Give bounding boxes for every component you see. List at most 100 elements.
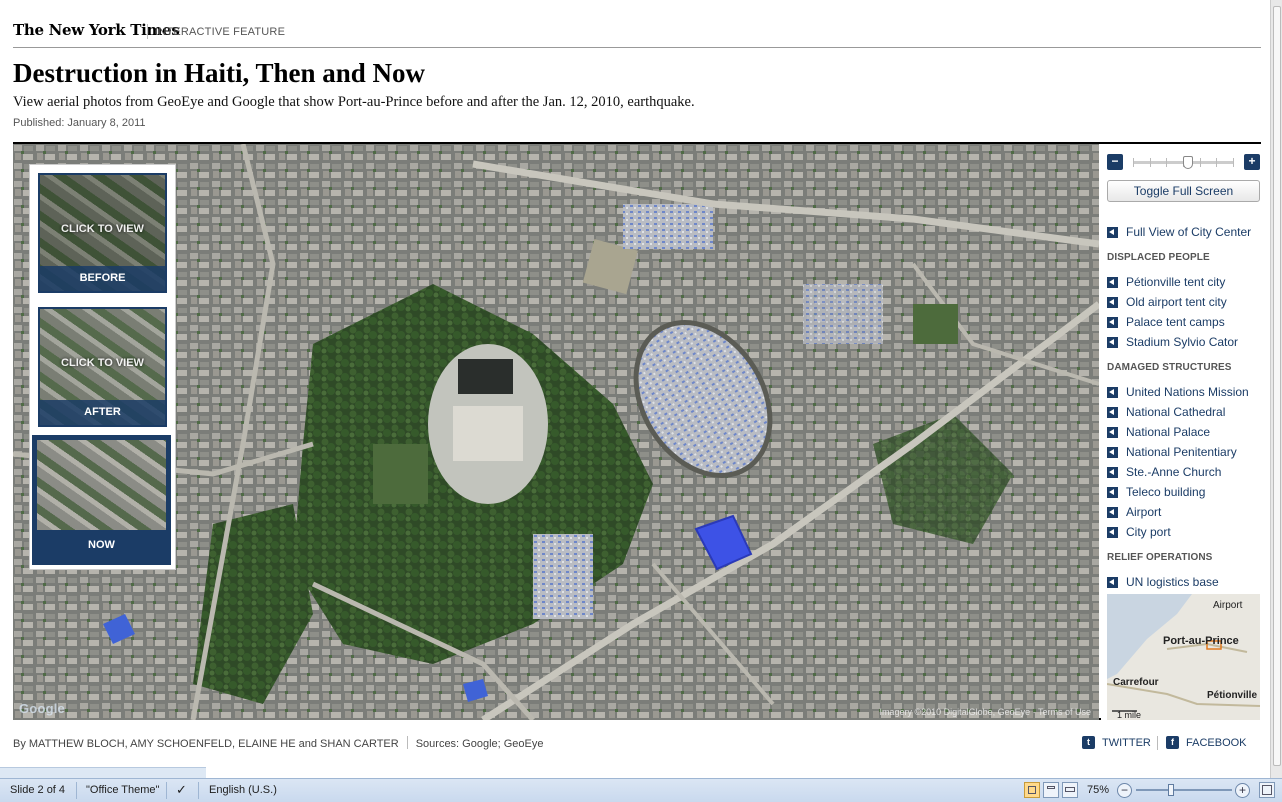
nav-item-label: Old airport tent city (1126, 295, 1227, 309)
normal-view-icon[interactable] (1024, 782, 1040, 798)
fit-to-window-icon[interactable] (1259, 782, 1275, 798)
zoom-out-button[interactable]: − (1117, 783, 1132, 798)
app-status-bar: Slide 2 of 4 "Office Theme" ✓ English (U… (0, 778, 1282, 802)
arrow-left-icon (1107, 576, 1118, 588)
arrow-left-icon (1107, 506, 1118, 518)
arrow-left-icon (1107, 406, 1118, 418)
byline: By MATTHEW BLOCH, AMY SCHOENFELD, ELAINE… (13, 738, 399, 750)
nav-item[interactable]: Stadium Sylvio Cator (1107, 332, 1261, 352)
nav-item-label: United Nations Mission (1126, 385, 1249, 399)
arrow-left-icon (1107, 526, 1118, 538)
nav-item[interactable]: Ste.-Anne Church (1107, 462, 1261, 482)
nav-item[interactable]: Airport (1107, 502, 1261, 522)
nav-item[interactable]: United Nations Mission (1107, 382, 1261, 402)
article-summary: View aerial photos from GeoEye and Googl… (13, 94, 695, 110)
nav-heading: DISPLACED PEOPLE (1107, 252, 1210, 263)
satellite-map[interactable]: Google Imagery ©2010 DigitalGlobe, GeoEy… (13, 144, 1099, 720)
published-date: Published: January 8, 2011 (13, 117, 146, 129)
thumb-now[interactable]: NOW (32, 435, 171, 565)
slide-sorter-icon[interactable] (1043, 782, 1059, 798)
nav-item-label: City port (1126, 525, 1171, 539)
arrow-left-icon (1107, 446, 1118, 458)
nav-item[interactable]: National Penitentiary (1107, 442, 1261, 462)
thumb-after-cta: CLICK TO VIEW (61, 357, 144, 369)
twitter-label: TWITTER (1102, 736, 1151, 749)
nav-heading: DAMAGED STRUCTURES (1107, 362, 1232, 373)
zoom-out-icon[interactable]: − (1107, 154, 1123, 170)
slide-panel-edge (0, 767, 206, 778)
masthead: The New York Times INTERACTIVE FEATURE (13, 20, 1261, 48)
nyt-interactive-page: The New York Times INTERACTIVE FEATURE D… (0, 0, 1270, 778)
language-indicator[interactable]: English (U.S.) (209, 779, 277, 802)
arrow-left-icon (1107, 426, 1118, 438)
zoom-slider-track[interactable] (1133, 156, 1234, 169)
masthead-divider (147, 24, 148, 39)
section-label[interactable]: INTERACTIVE FEATURE (155, 26, 285, 38)
zoom-in-button[interactable]: + (1235, 783, 1250, 798)
location-nav: Full View of City Center DISPLACED PEOPL… (1107, 222, 1261, 592)
zoom-slider-handle[interactable] (1183, 156, 1193, 169)
thumb-now-image (37, 440, 166, 530)
photo-viewer: Google Imagery ©2010 DigitalGlobe, GeoEy… (13, 142, 1261, 720)
nav-item-label: UN logistics base (1126, 575, 1219, 589)
nav-full-view-label: Full View of City Center (1126, 225, 1252, 239)
arrow-left-icon (1107, 276, 1118, 288)
nav-item[interactable]: Pétionville tent city (1107, 272, 1261, 292)
locator-city: Port-au-Prince (1163, 635, 1239, 647)
nav-item[interactable]: Old airport tent city (1107, 292, 1261, 312)
zoom-slider-knob[interactable] (1168, 784, 1174, 796)
arrow-left-icon (1107, 336, 1118, 348)
nav-full-view[interactable]: Full View of City Center (1107, 222, 1261, 242)
thumb-after[interactable]: CLICK TO VIEW AFTER (38, 307, 167, 427)
locator-scale: 1 mile (1117, 710, 1142, 720)
slideshow-icon[interactable] (1062, 782, 1078, 798)
locator-map[interactable]: Airport Port-au-Prince Carrefour Pétionv… (1107, 594, 1260, 720)
nav-item-label: Stadium Sylvio Cator (1126, 335, 1239, 349)
nav-item-label: Teleco building (1126, 485, 1206, 499)
nav-heading: RELIEF OPERATIONS (1107, 552, 1213, 563)
arrow-left-icon (1107, 486, 1118, 498)
nav-item-label: National Palace (1126, 425, 1211, 439)
locator-airport: Airport (1213, 600, 1243, 611)
nav-item[interactable]: UN logistics base (1107, 572, 1261, 592)
nav-item[interactable]: Palace tent camps (1107, 312, 1261, 332)
nav-item-label: National Cathedral (1126, 405, 1226, 419)
nav-item[interactable]: Teleco building (1107, 482, 1261, 502)
nav-item-label: National Penitentiary (1126, 445, 1237, 459)
twitter-link[interactable]: t TWITTER (1082, 736, 1151, 749)
thumb-now-label: NOW (37, 530, 166, 560)
spell-check-icon[interactable]: ✓ (176, 779, 187, 802)
nav-item-label: Pétionville tent city (1126, 275, 1226, 289)
nav-item[interactable]: City port (1107, 522, 1261, 542)
zoom-level[interactable]: 75% (1087, 779, 1109, 802)
map-credit[interactable]: Imagery ©2010 DigitalGlobe, GeoEye · Ter… (879, 707, 1091, 717)
twitter-icon: t (1082, 736, 1095, 749)
zoom-in-icon[interactable]: + (1244, 154, 1260, 170)
map-sidebar: − + Toggle Full Screen Full View of City… (1101, 144, 1261, 720)
scrollbar-thumb[interactable] (1273, 6, 1281, 766)
facebook-link[interactable]: f FACEBOOK (1166, 736, 1247, 749)
thumb-before[interactable]: CLICK TO VIEW BEFORE (38, 173, 167, 293)
window-scrollbar[interactable] (1270, 0, 1282, 780)
sources: Sources: Google; GeoEye (415, 738, 544, 750)
arrow-left-icon (1107, 316, 1118, 328)
map-zoom-control: − + (1107, 154, 1260, 170)
arrow-left-icon (1107, 386, 1118, 398)
page-title: Destruction in Haiti, Then and Now (13, 58, 426, 88)
nav-item-label: Airport (1126, 505, 1162, 519)
facebook-label: FACEBOOK (1186, 736, 1247, 749)
nav-item[interactable]: National Palace (1107, 422, 1261, 442)
arrow-left-icon (1107, 466, 1118, 478)
google-logo[interactable]: Google (19, 701, 65, 716)
slide-indicator: Slide 2 of 4 (10, 784, 66, 796)
zoom-slider[interactable] (1136, 784, 1232, 796)
theme-name[interactable]: "Office Theme" (86, 779, 159, 802)
locator-map-graphic (1107, 594, 1260, 720)
thumb-after-label: AFTER (40, 400, 165, 425)
photo-selector: CLICK TO VIEW BEFORE CLICK TO VIEW AFTER… (29, 164, 176, 570)
nav-item[interactable]: National Cathedral (1107, 402, 1261, 422)
nav-item-label: Palace tent camps (1126, 315, 1225, 329)
nav-item-label: Ste.-Anne Church (1126, 465, 1222, 479)
facebook-icon: f (1166, 736, 1179, 749)
toggle-fullscreen-button[interactable]: Toggle Full Screen (1107, 180, 1260, 202)
